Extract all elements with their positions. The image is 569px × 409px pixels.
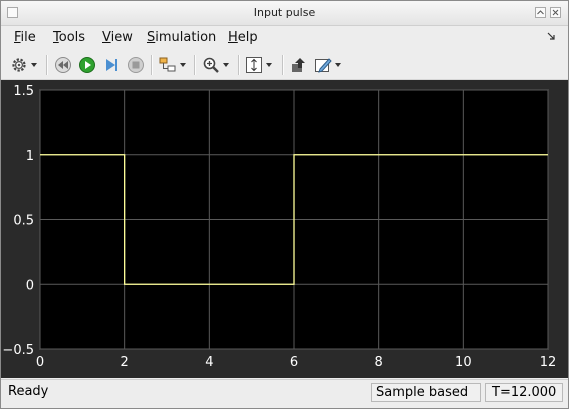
chevron-up-icon: [537, 10, 544, 15]
menu-view[interactable]: View: [102, 30, 133, 45]
toolbar-separator: [238, 55, 240, 75]
scope-window: Input pulse File Tools View Simulation H…: [0, 0, 569, 409]
settings-button[interactable]: [10, 55, 37, 75]
style-button[interactable]: [314, 55, 341, 75]
run-icon: [79, 57, 95, 73]
chevron-down-icon: [335, 63, 341, 67]
x-tick-label: 8: [375, 355, 383, 370]
zoom-button[interactable]: [202, 55, 229, 75]
time-indicator: T=12.000: [485, 383, 563, 402]
step-back-icon: [55, 57, 71, 73]
chevron-down-icon: [266, 63, 272, 67]
title-bar: Input pulse: [1, 1, 568, 26]
highlight-block-button[interactable]: [159, 55, 186, 75]
y-tick-label: −0.5: [2, 343, 34, 358]
toolbar-separator: [194, 55, 196, 75]
y-tick-label: 1.5: [13, 84, 34, 99]
step-back-button[interactable]: [54, 55, 72, 75]
bring-to-front-button[interactable]: [290, 55, 308, 75]
close-button[interactable]: [550, 7, 561, 18]
scope-display[interactable]: 0 2 4 6 8 10 12 −0.5 0 0.5 1 1.5: [1, 80, 568, 378]
x-tick-label: 12: [540, 355, 557, 370]
status-text: Ready: [8, 384, 49, 399]
style-icon: [315, 58, 332, 73]
chevron-down-icon: [223, 63, 229, 67]
chevron-down-icon: [180, 63, 186, 67]
chevron-down-icon: [31, 63, 37, 67]
y-tick-label: 0.5: [13, 214, 34, 229]
settings-icon: [12, 58, 26, 72]
stop-icon: [128, 57, 144, 73]
x-tick-label: 10: [455, 355, 472, 370]
y-tick-label: 0: [26, 278, 34, 293]
toolbar-separator: [46, 55, 48, 75]
maximize-button[interactable]: [535, 7, 546, 18]
x-tick-label: 4: [205, 355, 213, 370]
toolbar: [1, 51, 568, 80]
run-button[interactable]: [78, 55, 96, 75]
menu-simulation[interactable]: Simulation: [147, 30, 216, 45]
step-forward-button[interactable]: [102, 55, 120, 75]
toolbar-separator: [282, 55, 284, 75]
stop-button[interactable]: [127, 55, 145, 75]
x-tick-label: 2: [121, 355, 129, 370]
dock-arrow-icon[interactable]: [547, 32, 556, 41]
zoom-icon: [203, 57, 219, 73]
status-bar: Ready Sample based T=12.000: [1, 379, 568, 408]
scope-plot[interactable]: 0 2 4 6 8 10 12−0.500.511.5: [1, 80, 568, 378]
scale-axes-icon: [246, 57, 262, 73]
scale-axes-button[interactable]: [245, 55, 272, 75]
close-icon: [552, 9, 559, 16]
step-forward-icon: [106, 59, 117, 71]
x-tick-label: 0: [36, 355, 44, 370]
bring-to-front-icon: [292, 58, 305, 72]
window-title: Input pulse: [253, 6, 316, 19]
highlight-block-icon: [159, 57, 176, 72]
menu-bar: File Tools View Simulation Help: [1, 26, 568, 50]
toolbar-separator: [151, 55, 153, 75]
menu-tools[interactable]: Tools: [53, 30, 85, 45]
x-tick-label: 6: [290, 355, 298, 370]
menu-file[interactable]: File: [14, 30, 36, 45]
y-tick-label: 1: [26, 149, 34, 164]
sample-mode-indicator: Sample based: [371, 383, 481, 402]
menu-help[interactable]: Help: [228, 30, 258, 45]
